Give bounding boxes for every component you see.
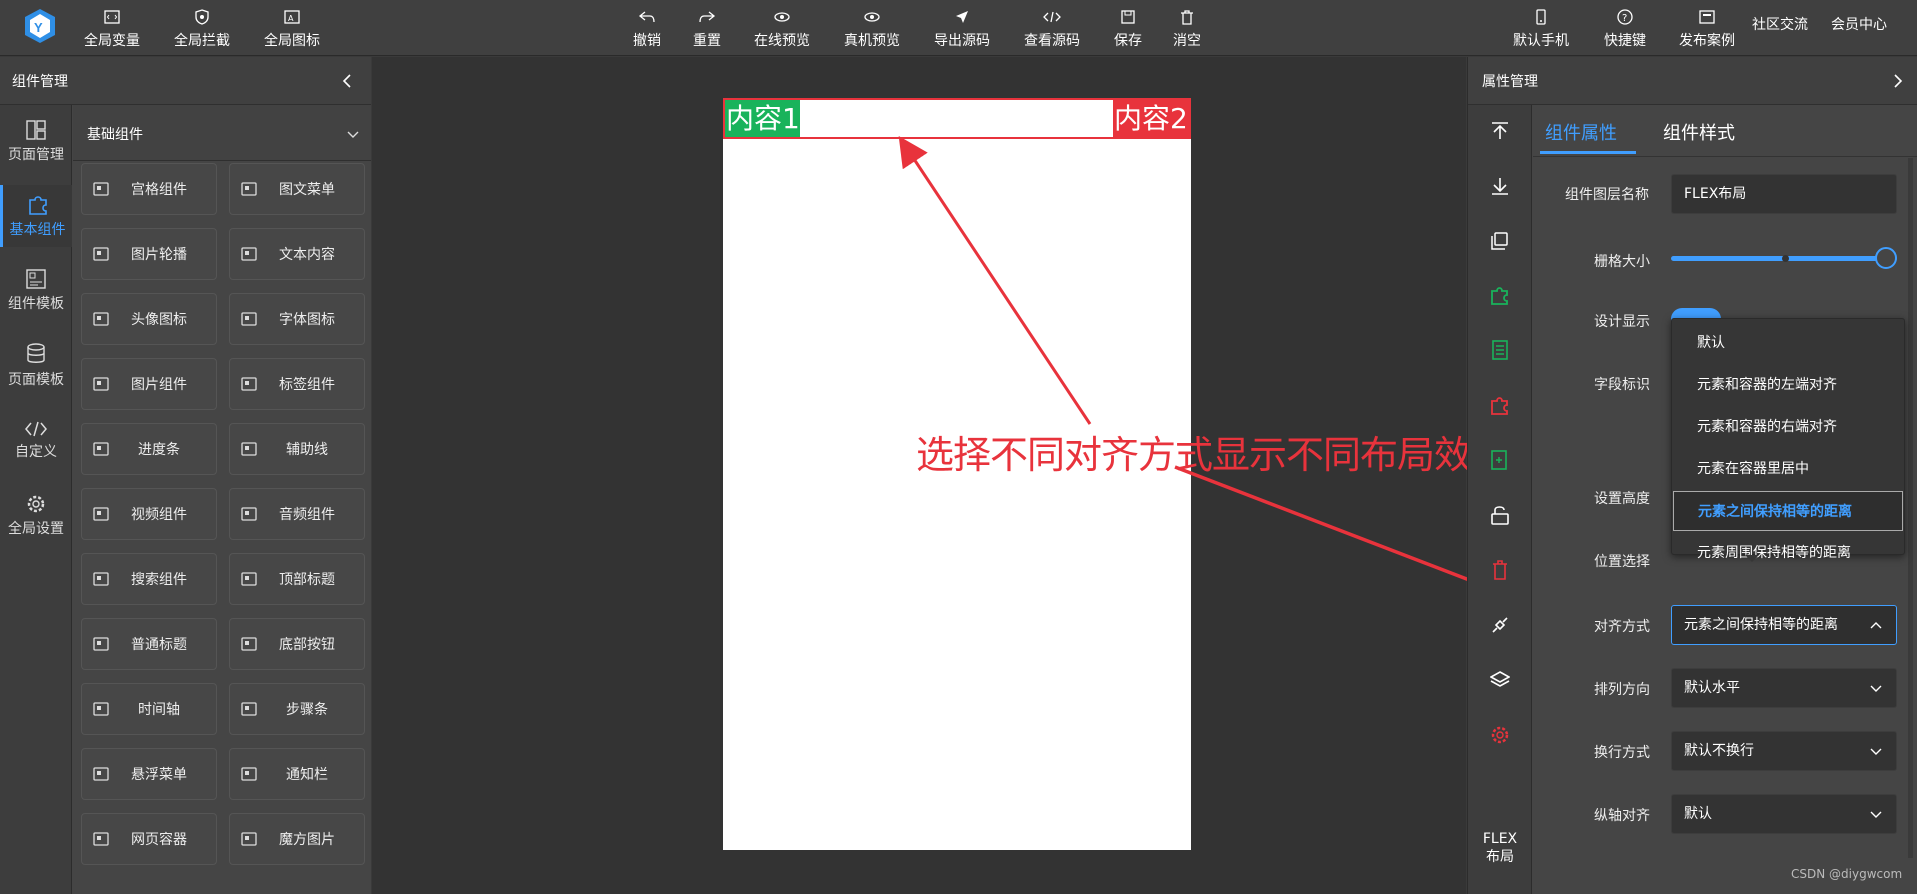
move-top-button[interactable]	[1468, 111, 1532, 151]
layers-button[interactable]	[1468, 660, 1532, 700]
move-bottom-button[interactable]	[1468, 166, 1532, 206]
tab-component-style[interactable]: 组件样式	[1663, 119, 1735, 145]
plugin-button[interactable]	[1468, 605, 1532, 645]
copy-icon	[1491, 232, 1508, 250]
dropdown-option[interactable]: 元素周围保持相等的距离	[1672, 533, 1904, 573]
property-scrollbar[interactable]	[1908, 158, 1913, 858]
puzzle-green-icon	[1491, 287, 1508, 305]
grid-size-slider[interactable]	[1671, 247, 1897, 269]
settings-button[interactable]	[1468, 715, 1532, 755]
dropdown-caret	[1745, 555, 1759, 562]
property-tabs: 组件属性 组件样式	[1533, 105, 1917, 157]
cross-align-select[interactable]: 默认	[1671, 794, 1897, 834]
direction-label: 排列方向	[1594, 682, 1650, 698]
wrap-select-value: 默认不换行	[1684, 743, 1754, 759]
chevron-down-icon	[1870, 685, 1882, 692]
unlock-icon	[1491, 506, 1509, 525]
field-id-label: 字段标识	[1594, 377, 1650, 393]
document-green-icon	[1492, 340, 1508, 360]
flex-layout-tag: FLEX布局	[1482, 831, 1518, 865]
slider-handle[interactable]	[1875, 247, 1897, 269]
wrap-select[interactable]: 默认不换行	[1671, 731, 1897, 771]
arrow-to-flex	[898, 136, 1092, 425]
collapse-right-icon[interactable]	[1893, 73, 1903, 93]
align-dropdown-menu: 默认 元素和容器的左端对齐 元素和容器的右端对齐 元素在容器里居中 元素之间保持相等的距…	[1671, 318, 1905, 561]
slider-stop	[1782, 255, 1789, 262]
plug-icon	[1492, 617, 1508, 633]
property-toolbar: FLEX布局	[1468, 105, 1532, 894]
height-label: 设置高度	[1594, 491, 1650, 507]
chevron-up-icon	[1870, 622, 1882, 629]
design-show-label: 设计显示	[1594, 314, 1650, 330]
trash-red-icon	[1493, 560, 1507, 580]
cross-align-select-value: 默认	[1684, 806, 1712, 822]
tab-component-props[interactable]: 组件属性	[1545, 119, 1617, 145]
cross-align-label: 纵轴对齐	[1594, 808, 1650, 824]
document-button[interactable]	[1468, 330, 1532, 370]
chevron-down-icon	[1870, 811, 1882, 818]
annotation-text: 选择不同对齐方式显示不同布局效果	[916, 433, 1509, 477]
watermark: CSDN @diygwcom	[1791, 867, 1903, 881]
layers-icon	[1490, 671, 1510, 687]
dropdown-option[interactable]: 元素和容器的右端对齐	[1672, 407, 1904, 447]
arrow-up-bar-icon	[1492, 122, 1508, 139]
property-panel-header: 属性管理	[1468, 57, 1917, 105]
grid-size-label: 栅格大小	[1594, 254, 1650, 270]
delete-button[interactable]	[1468, 550, 1532, 590]
layer-name-label: 组件图层名称	[1565, 187, 1649, 203]
lock-button[interactable]	[1468, 495, 1532, 535]
layer-name-input[interactable]: FLEX布局	[1671, 174, 1897, 214]
align-label: 对齐方式	[1594, 619, 1650, 635]
direction-select[interactable]: 默认水平	[1671, 668, 1897, 708]
active-tab-underline	[1540, 151, 1636, 154]
align-select-value: 元素之间保持相等的距离	[1684, 617, 1838, 633]
document-add-icon	[1491, 450, 1507, 470]
dropdown-option[interactable]: 默认	[1672, 323, 1904, 363]
copy-button[interactable]	[1468, 221, 1532, 261]
align-select[interactable]: 元素之间保持相等的距离	[1671, 605, 1897, 645]
wrap-label: 换行方式	[1594, 745, 1650, 761]
position-label: 位置选择	[1594, 554, 1650, 570]
direction-select-value: 默认水平	[1684, 680, 1740, 696]
property-panel-title: 属性管理	[1482, 74, 1538, 90]
dropdown-option[interactable]: 元素和容器的左端对齐	[1672, 365, 1904, 405]
add-component-button[interactable]	[1468, 275, 1532, 315]
puzzle-red-icon	[1491, 397, 1508, 415]
add-doc-button[interactable]	[1468, 440, 1532, 480]
remove-component-button[interactable]	[1468, 385, 1532, 425]
chevron-down-icon	[1870, 748, 1882, 755]
gear-red-icon	[1491, 726, 1509, 744]
dropdown-option[interactable]: 元素在容器里居中	[1672, 449, 1904, 489]
arrow-down-bar-icon	[1492, 178, 1508, 195]
dropdown-option[interactable]: 元素之间保持相等的距离	[1673, 491, 1903, 531]
